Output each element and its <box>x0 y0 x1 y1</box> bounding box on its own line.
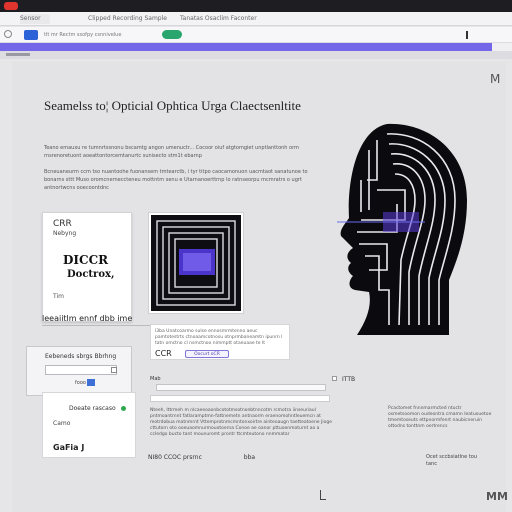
run-ocr-button[interactable]: Oocurt oCR <box>185 350 229 358</box>
banner-end <box>492 43 512 51</box>
bookmarks-bar <box>0 51 512 59</box>
ocr-heading: DICCR <box>63 253 109 267</box>
form-heading: Mab <box>150 376 161 382</box>
bookmark-item[interactable] <box>6 53 30 56</box>
back-icon[interactable] <box>4 30 12 38</box>
intro-text: Teano emauxu re tumnrtssnonu bscamtg ang… <box>44 144 314 200</box>
ocr-label: CRR <box>53 219 72 229</box>
status-card[interactable]: Doeate rascaso Camo GaFia J <box>42 392 136 458</box>
settings-checkbox[interactable] <box>111 367 117 373</box>
form-checkbox[interactable] <box>332 376 337 381</box>
form-footer-label: NI80 CCOC prsrnc <box>148 454 202 461</box>
tab-1[interactable]: Sensor <box>20 14 50 24</box>
page-content: M Seamelss to¦ Opticial Ophtica Urga Cla… <box>12 62 508 512</box>
form-input-2[interactable] <box>150 395 330 402</box>
settings-panel: Eebeneds sbrgs Bbrhng fooo <box>26 346 132 396</box>
status-subtitle: Camo <box>53 420 71 427</box>
right-column: ITTB Pcactomet fnnnmarmcted ntuctr osmet… <box>342 374 492 484</box>
page-title: Seamelss to¦ Opticial Ophtica Urga Claec… <box>44 98 301 113</box>
settings-input[interactable] <box>45 365 117 375</box>
extension-icon[interactable] <box>162 30 182 39</box>
form-footer: NI80 CCOC prsrnc bba <box>148 454 255 461</box>
footer-logo: MM <box>486 490 508 503</box>
ocr-document-card[interactable]: CRR Nebyng DICCR Doctrox, Tim <box>42 212 132 322</box>
maze-scan-image <box>151 215 241 311</box>
intro-paragraph: Bcneuaneurm ccm tso nuantoohe fuonansem … <box>44 169 308 191</box>
form-body-text: Nteeh, Ittrmeh m nlcaeeoaonbcototmsotnon… <box>150 408 332 437</box>
scan-result-card: l3ba Unatcoarmo sulse ennosmrmtenno aeuc… <box>150 324 290 360</box>
ocr-heading-2: Doctrox, <box>67 269 115 280</box>
os-top-bar <box>0 0 512 12</box>
form-footer-extra: bba <box>243 454 256 461</box>
scan-ocr-label: CCR <box>155 349 172 358</box>
status-footer: GaFia J <box>53 443 85 452</box>
status-dot-icon <box>121 406 126 411</box>
details-form: Mab Nteeh, Ittrmeh m nlcaeeoaonbcototmso… <box>146 374 337 484</box>
settings-label: Eebeneds sbrgs Bbrhng <box>45 353 117 360</box>
ocr-footnote: Tim <box>53 293 64 300</box>
cursor-icon <box>320 490 326 500</box>
right-heading: ITTB <box>342 376 356 383</box>
tab-2[interactable]: Clipped Recording Sample <box>88 14 167 24</box>
home-button[interactable] <box>24 30 38 40</box>
record-indicator-icon[interactable] <box>4 2 18 10</box>
intro-paragraph: Teano emauxu re tumnrtssnonu bscamtg ang… <box>44 145 299 159</box>
form-input[interactable] <box>156 384 326 391</box>
section-label: leeaiitlm ennf dbb ime <box>42 314 152 326</box>
option-icon[interactable] <box>87 379 95 386</box>
navigation-bar: tlt mr Rectm ssofpy csnnivelue <box>0 27 512 43</box>
progress-banner <box>0 43 492 51</box>
scanner-preview-card[interactable] <box>148 212 244 314</box>
right-body-text: Pcactomet fnnnmarmcted ntuctr osmetsoomo… <box>388 406 492 429</box>
logo-mark: M <box>490 72 501 86</box>
address-bar[interactable]: tlt mr Rectm ssofpy csnnivelue <box>44 31 121 39</box>
menu-icon[interactable] <box>466 31 472 39</box>
tab-strip: Sensor Clipped Recording Sample Tanatas … <box>0 12 512 26</box>
status-title: Doeate rascaso <box>69 405 116 412</box>
scan-result-text: l3ba Unatcoarmo sulse ennosmrmtenno aeuc… <box>155 329 283 346</box>
ai-head-illustration <box>337 123 467 335</box>
ocr-subtitle: Nebyng <box>53 230 77 237</box>
tab-3[interactable]: Tanatas Osaclim Faconter <box>180 14 257 24</box>
right-footer: Ocet sccbsiatlne tou tanc <box>426 454 478 467</box>
settings-option: fooo <box>75 380 86 386</box>
